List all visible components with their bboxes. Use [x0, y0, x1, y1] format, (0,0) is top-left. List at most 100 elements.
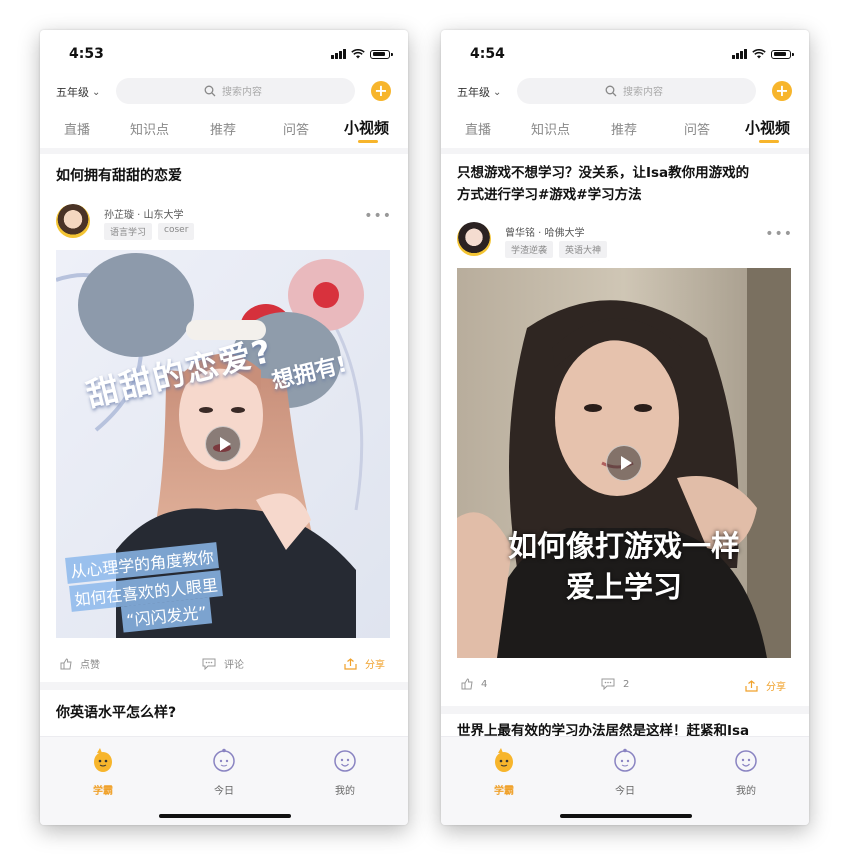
author-tag: 语言学习 — [104, 223, 153, 240]
plus-icon: + — [374, 81, 388, 100]
grade-label: 五年级 — [457, 86, 490, 99]
phone-screen-left: 4:53 五年级 ⌄ 搜索内容 + 直播 知识点 推荐 问答 小视频 如何拥有甜… — [40, 30, 408, 825]
share-icon — [344, 657, 357, 670]
overlay-text-line: 爱上学习 — [565, 570, 682, 604]
comment-icon — [202, 658, 216, 670]
tab-short-video[interactable]: 小视频 — [745, 117, 790, 138]
author-name: 孙芷璇 · 山东大学 — [104, 210, 184, 221]
tab-recommend[interactable]: 推荐 — [210, 119, 236, 138]
like-button[interactable]: 点赞 — [60, 656, 100, 671]
comment-icon — [601, 678, 615, 690]
bottom-navigation: 学霸 今日 我的 — [441, 736, 809, 825]
author-row: 孙芷璇 · 山东大学 语言学习 coser ••• — [56, 204, 392, 244]
thumbs-up-mascot-icon — [94, 748, 112, 772]
status-time: 4:54 — [470, 46, 505, 62]
nav-label: 我的 — [335, 786, 355, 797]
share-button[interactable]: 分享 — [745, 678, 786, 693]
add-button[interactable]: + — [772, 81, 792, 101]
share-label: 分享 — [365, 660, 385, 671]
search-placeholder: 搜索内容 — [222, 87, 262, 98]
author-tags: 学渣逆袭 英语大神 — [505, 241, 608, 258]
chevron-down-icon: ⌄ — [92, 86, 101, 98]
tab-qa[interactable]: 问答 — [684, 119, 710, 138]
next-post-title: 世界上最有效的学习办法居然是这样！赶紧和Isa — [457, 723, 750, 736]
nav-item-xueba[interactable]: 学霸 — [73, 747, 133, 797]
more-options-icon[interactable]: ••• — [765, 226, 793, 242]
wifi-icon — [351, 49, 365, 59]
search-icon — [204, 85, 216, 96]
post-title-line: 方式进行学习#游戏#学习方法 — [457, 187, 642, 203]
wifi-icon — [752, 49, 766, 59]
system-icons — [331, 49, 393, 59]
plus-icon: + — [775, 81, 789, 100]
nav-item-today[interactable]: 今日 — [595, 747, 655, 797]
tab-knowledge[interactable]: 知识点 — [531, 119, 570, 138]
author-name: 曾华铭 · 哈佛大学 — [505, 228, 585, 239]
chevron-down-icon: ⌄ — [493, 86, 502, 98]
tab-knowledge[interactable]: 知识点 — [130, 119, 169, 138]
profile-mascot-icon — [334, 750, 356, 772]
tab-qa[interactable]: 问答 — [283, 119, 309, 138]
comment-count: 2 — [623, 678, 630, 690]
tab-short-video[interactable]: 小视频 — [344, 117, 389, 138]
nav-item-mine[interactable]: 我的 — [315, 747, 375, 797]
video-thumbnail[interactable]: 甜甜的恋爱? 想拥有! 从心理学的角度教你 如何在喜欢的人眼里 “闪闪发光” — [56, 250, 390, 638]
search-input[interactable]: 搜索内容 — [517, 78, 756, 104]
grade-selector[interactable]: 五年级 ⌄ — [56, 84, 100, 100]
home-indicator[interactable] — [560, 814, 692, 818]
nav-label: 学霸 — [93, 786, 113, 797]
search-input[interactable]: 搜索内容 — [116, 78, 355, 104]
author-row: 曾华铭 · 哈佛大学 学渣逆袭 英语大神 ••• — [457, 222, 793, 262]
tab-live[interactable]: 直播 — [465, 119, 491, 138]
post-actions: 4 2 分享 — [457, 676, 793, 696]
share-button[interactable]: 分享 — [344, 656, 385, 671]
nav-item-xueba[interactable]: 学霸 — [474, 747, 534, 797]
video-thumbnail[interactable]: 如何像打游戏一样 爱上学习 — [457, 268, 791, 658]
next-post-title: 你英语水平怎么样? — [56, 705, 177, 721]
post-actions: 点赞 评论 分享 — [56, 654, 392, 674]
nav-label: 学霸 — [494, 786, 514, 797]
more-options-icon[interactable]: ••• — [364, 208, 392, 224]
like-label: 点赞 — [80, 660, 100, 671]
bottom-navigation: 学霸 今日 我的 — [40, 736, 408, 825]
video-post-card[interactable]: 只想游戏不想学习？没关系，让Isa教你用游戏的 方式进行学习#游戏#学习方法 曾… — [441, 154, 809, 706]
thumbs-up-mascot-icon — [495, 748, 513, 772]
grade-label: 五年级 — [56, 86, 89, 99]
today-mascot-icon — [614, 748, 636, 772]
avatar[interactable] — [56, 204, 90, 238]
tab-recommend[interactable]: 推荐 — [611, 119, 637, 138]
like-icon — [461, 678, 473, 690]
status-bar: 4:54 — [441, 30, 809, 76]
avatar[interactable] — [457, 222, 491, 256]
play-icon[interactable] — [606, 445, 642, 481]
home-indicator[interactable] — [159, 814, 291, 818]
status-bar: 4:53 — [40, 30, 408, 76]
comment-button[interactable]: 2 — [601, 678, 629, 690]
author-tags: 语言学习 coser — [104, 223, 195, 240]
next-post-card[interactable]: 世界上最有效的学习办法居然是这样！赶紧和Isa — [441, 714, 809, 736]
post-title: 如何拥有甜甜的恋爱 — [56, 168, 182, 184]
overlay-text-line: 如何像打游戏一样 — [507, 529, 740, 563]
nav-label: 今日 — [214, 786, 234, 797]
tab-live[interactable]: 直播 — [64, 119, 90, 138]
add-button[interactable]: + — [371, 81, 391, 101]
active-tab-indicator — [358, 140, 378, 143]
nav-label: 我的 — [736, 786, 756, 797]
nav-item-today[interactable]: 今日 — [194, 747, 254, 797]
next-post-card[interactable]: 你英语水平怎么样? — [40, 690, 408, 736]
play-icon[interactable] — [205, 426, 241, 462]
comment-button[interactable]: 评论 — [202, 656, 244, 671]
status-time: 4:53 — [69, 46, 104, 62]
top-bar: 五年级 ⌄ 搜索内容 + — [441, 76, 809, 112]
video-post-card[interactable]: 如何拥有甜甜的恋爱 孙芷璇 · 山东大学 语言学习 coser ••• 甜甜的恋… — [40, 154, 408, 682]
category-tabs: 直播 知识点 推荐 问答 小视频 — [40, 112, 408, 148]
like-button[interactable]: 4 — [461, 678, 487, 690]
category-tabs: 直播 知识点 推荐 问答 小视频 — [441, 112, 809, 148]
author-tag: 学渣逆袭 — [505, 241, 554, 258]
nav-item-mine[interactable]: 我的 — [716, 747, 776, 797]
share-label: 分享 — [766, 682, 786, 693]
grade-selector[interactable]: 五年级 ⌄ — [457, 84, 501, 100]
post-title-line: 只想游戏不想学习？没关系，让Isa教你用游戏的 — [457, 165, 750, 181]
nav-label: 今日 — [615, 786, 635, 797]
active-tab-indicator — [759, 140, 779, 143]
